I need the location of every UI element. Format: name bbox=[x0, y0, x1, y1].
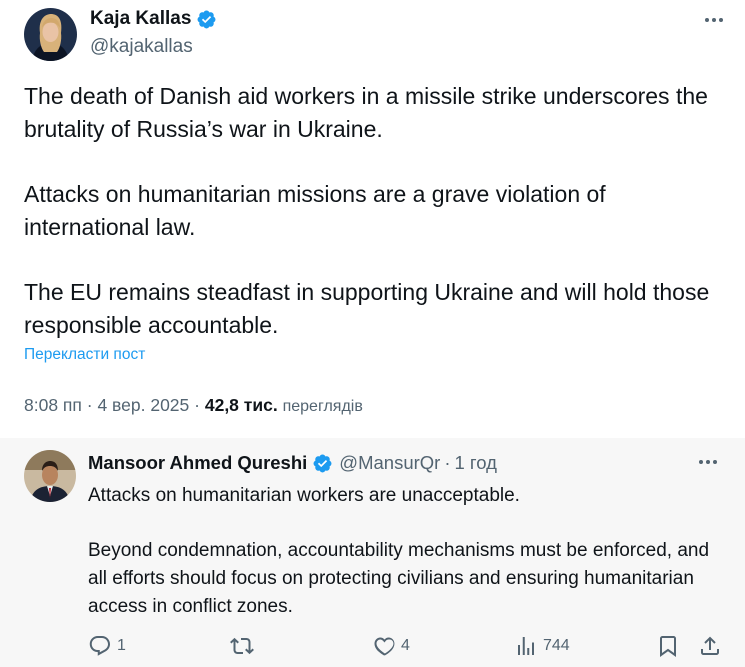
like-button[interactable]: 4 bbox=[372, 634, 410, 658]
reply-tweet[interactable]: Mansoor Ahmed Qureshi @MansurQr · 1 год … bbox=[0, 438, 745, 667]
tweet-date[interactable]: 4 вер. 2025 bbox=[97, 395, 189, 415]
more-icon[interactable] bbox=[699, 460, 717, 464]
reply-avatar[interactable] bbox=[24, 450, 76, 502]
reply-icon bbox=[89, 636, 110, 656]
meta-separator: · bbox=[194, 395, 200, 415]
views-count: 744 bbox=[543, 637, 570, 654]
reply-name-row: Mansoor Ahmed Qureshi @MansurQr · 1 год bbox=[88, 452, 497, 474]
reply-time[interactable]: 1 год bbox=[455, 452, 497, 474]
views-button[interactable]: 744 bbox=[514, 634, 570, 658]
reply-paragraph: Attacks on humanitarian workers are unac… bbox=[88, 485, 520, 506]
author-name[interactable]: Kaja Kallas bbox=[90, 8, 191, 30]
translate-link[interactable]: Перекласти пост bbox=[24, 346, 145, 364]
meta-separator: · bbox=[444, 452, 451, 473]
share-icon bbox=[701, 636, 719, 655]
repost-button[interactable] bbox=[230, 634, 259, 658]
tweet-text: The death of Danish aid workers in a mis… bbox=[24, 80, 724, 341]
author-name-row: Kaja Kallas bbox=[90, 8, 217, 30]
views-icon bbox=[518, 637, 534, 655]
more-icon[interactable] bbox=[705, 18, 723, 22]
tweet-paragraph: The EU remains steadfast in supporting U… bbox=[24, 279, 710, 338]
reply-action-bar: 1 4 744 bbox=[88, 634, 728, 660]
tweet-time[interactable]: 8:08 пп bbox=[24, 395, 82, 415]
repost-icon bbox=[230, 637, 254, 655]
tweet-paragraph: Attacks on humanitarian missions are a g… bbox=[24, 181, 606, 240]
views-label: переглядів bbox=[282, 398, 363, 415]
like-icon bbox=[374, 637, 395, 656]
bookmark-button[interactable] bbox=[656, 634, 680, 658]
tweet-paragraph: The death of Danish aid workers in a mis… bbox=[24, 83, 708, 142]
reply-text: Attacks on humanitarian workers are unac… bbox=[88, 482, 728, 621]
bookmark-icon bbox=[660, 636, 676, 657]
avatar[interactable] bbox=[24, 8, 77, 61]
verified-badge-icon bbox=[312, 453, 333, 474]
reply-author-handle[interactable]: @MansurQr bbox=[339, 452, 440, 474]
author-handle[interactable]: @kajakallas bbox=[90, 36, 193, 58]
reply-paragraph: Beyond condemnation, accountability mech… bbox=[88, 540, 710, 617]
meta-separator: · bbox=[86, 395, 93, 415]
verified-badge-icon bbox=[196, 9, 217, 30]
reply-button[interactable]: 1 bbox=[88, 634, 126, 658]
main-tweet: Kaja Kallas @kajakallas The death of Dan… bbox=[0, 0, 745, 438]
tweet-meta: 8:08 пп · 4 вер. 2025 · 42,8 тис. перегл… bbox=[24, 395, 363, 416]
reply-count: 1 bbox=[117, 637, 126, 654]
reply-author-name[interactable]: Mansoor Ahmed Qureshi bbox=[88, 452, 307, 474]
share-button[interactable] bbox=[698, 634, 722, 658]
like-count: 4 bbox=[401, 637, 410, 654]
views-count: 42,8 тис. bbox=[204, 395, 278, 415]
